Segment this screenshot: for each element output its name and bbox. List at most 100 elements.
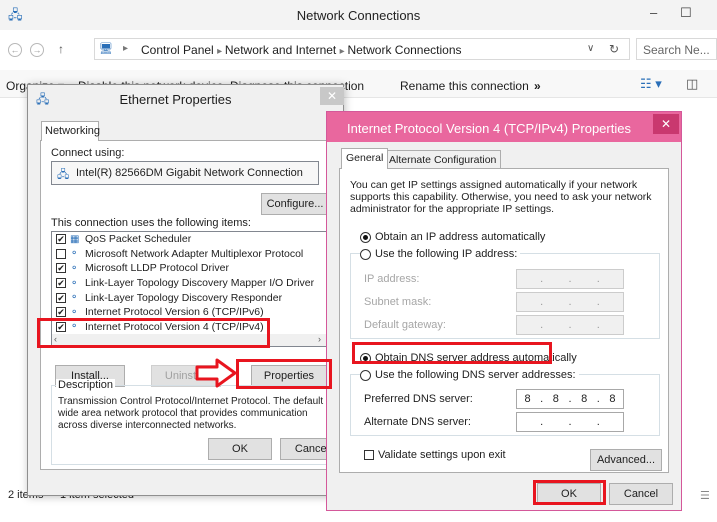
alternate-dns-label: Alternate DNS server: — [364, 416, 471, 428]
obtain-ip-auto-radio[interactable]: Obtain an IP address automatically — [360, 231, 545, 243]
ok-button[interactable]: OK — [208, 438, 272, 460]
view-options-icon[interactable]: ☷ ▾ — [640, 76, 662, 92]
checkbox[interactable]: ✔ — [56, 263, 66, 274]
back-button[interactable]: ← — [8, 43, 22, 57]
description-text: Transmission Control Protocol/Internet P… — [58, 396, 324, 431]
intro-text: You can get IP settings assigned automat… — [350, 179, 652, 215]
radio-label: Obtain an IP address automatically — [375, 231, 546, 243]
checkbox[interactable] — [56, 248, 66, 259]
default-gateway-input[interactable]: ... — [516, 315, 624, 335]
checkbox[interactable]: ✔ — [56, 278, 66, 289]
ethernet-properties-dialog: 🖧 Ethernet Properties ✕ Networking Conne… — [27, 84, 344, 496]
advanced-button[interactable]: Advanced... — [590, 449, 662, 471]
radio-label: Use the following IP address: — [375, 248, 518, 260]
checkbox[interactable]: ✔ — [56, 292, 66, 303]
octet: 8 — [552, 393, 559, 405]
obtain-dns-auto-radio[interactable]: Obtain DNS server address automatically — [360, 352, 577, 364]
list-item[interactable]: ✔ ⚬ Link-Layer Topology Discovery Respon… — [52, 290, 328, 305]
ipv4-dialog-title: Internet Protocol Version 4 (TCP/IPv4) P… — [347, 121, 631, 136]
ok-button[interactable]: OK — [537, 483, 601, 505]
list-item-label: Microsoft Network Adapter Multiplexor Pr… — [85, 247, 304, 260]
adapter-name: Intel(R) 82566DM Gigabit Network Connect… — [76, 167, 303, 179]
protocol-icon: ⚬ — [70, 277, 79, 289]
list-item-label: Internet Protocol Version 4 (TCP/IPv4) — [85, 320, 264, 333]
ip-address-input[interactable]: ... — [516, 269, 624, 289]
radio-empty-icon — [360, 248, 371, 260]
close-button[interactable]: ✕ — [320, 87, 344, 105]
checkbox — [364, 450, 374, 460]
up-button[interactable]: ↑ — [58, 42, 64, 56]
list-item[interactable]: ✔ ⚬ Internet Protocol Version 6 (TCP/IPv… — [52, 305, 328, 320]
ethernet-dialog-title: Ethernet Properties — [119, 92, 232, 107]
description-label: Description — [56, 379, 116, 391]
octet: 8 — [609, 393, 616, 405]
radio-label: Use the following DNS server addresses: — [375, 369, 576, 381]
tab-general[interactable]: General — [341, 148, 389, 169]
radio-selected-icon — [360, 352, 371, 364]
breadcrumb-network-internet[interactable]: Network and Internet — [225, 43, 336, 57]
checkbox[interactable]: ✔ — [56, 307, 66, 318]
breadcrumb-network-connections[interactable]: Network Connections — [347, 43, 461, 57]
more-commands-button[interactable]: » — [534, 79, 541, 93]
search-input[interactable]: Search Ne... — [636, 38, 717, 60]
address-box[interactable]: 🖥 ▸ Control Panel ▸ Network and Internet… — [94, 38, 630, 60]
default-gateway-row: Default gateway: — [364, 319, 446, 331]
alternate-dns-input[interactable]: ... — [516, 412, 624, 432]
scheduler-icon: ▦ — [70, 233, 80, 245]
list-item-ipv4[interactable]: ✔ ⚬ Internet Protocol Version 4 (TCP/IPv… — [52, 320, 328, 335]
control-panel-icon: 🖥 — [99, 43, 113, 55]
cancel-button[interactable]: Cancel — [609, 483, 673, 505]
properties-button[interactable]: Properties — [251, 365, 327, 387]
checkbox[interactable]: ✔ — [56, 234, 66, 245]
connect-using-label: Connect using: — [51, 147, 125, 159]
details-view-icon[interactable]: ☰ — [700, 489, 710, 502]
list-item[interactable]: ⚬ Microsoft Network Adapter Multiplexor … — [52, 247, 328, 262]
tab-networking[interactable]: Networking — [41, 121, 100, 141]
close-button[interactable]: ✕ — [653, 114, 679, 134]
radio-empty-icon — [360, 369, 371, 381]
preferred-dns-input[interactable]: 8. 8. 8. 8 — [516, 389, 624, 409]
list-item-label: Link-Layer Topology Discovery Mapper I/O… — [85, 277, 315, 290]
protocol-icon: ⚬ — [70, 321, 79, 333]
forward-button[interactable]: → — [30, 43, 44, 57]
maximize-button[interactable]: ☐ — [680, 5, 692, 21]
tab-alternate-configuration[interactable]: Alternate Configuration — [384, 150, 502, 170]
chevron-right-icon: ▸ — [123, 43, 129, 54]
ethernet-titlebar: 🖧 Ethernet Properties ✕ — [28, 85, 344, 113]
rename-button[interactable]: Rename this connection — [400, 79, 529, 93]
explorer-title: Network Connections — [296, 8, 421, 23]
list-item-label: QoS Packet Scheduler — [85, 233, 192, 246]
checkbox[interactable]: ✔ — [56, 321, 66, 332]
general-panel: You can get IP settings assigned automat… — [339, 168, 669, 473]
list-item-label: Microsoft LLDP Protocol Driver — [85, 262, 229, 275]
list-item[interactable]: ✔ ▦ QoS Packet Scheduler — [52, 232, 328, 247]
preferred-dns-row: Preferred DNS server: — [364, 393, 473, 405]
chevron-down-icon[interactable]: ∨ — [587, 43, 594, 54]
preview-pane-icon[interactable]: ◫ — [686, 76, 698, 92]
breadcrumb-control-panel[interactable]: Control Panel — [141, 43, 214, 57]
refresh-icon[interactable]: ↻ — [609, 42, 619, 56]
validate-checkbox[interactable]: Validate settings upon exit — [364, 449, 506, 461]
ipv4-properties-dialog: Internet Protocol Version 4 (TCP/IPv4) P… — [326, 111, 682, 511]
list-item[interactable]: ✔ ⚬ Link-Layer Topology Discovery Mapper… — [52, 276, 328, 291]
breadcrumb: Control Panel ▸ Network and Internet ▸ N… — [141, 43, 462, 57]
chevron-left-icon[interactable]: ‹ — [54, 334, 57, 344]
protocol-icon: ⚬ — [70, 306, 79, 318]
adapter-field: 🖧 Intel(R) 82566DM Gigabit Network Conne… — [51, 161, 319, 185]
alternate-dns-row: Alternate DNS server: — [364, 416, 471, 428]
network-adapter-icon: 🖧 — [57, 169, 70, 181]
configure-button[interactable]: Configure... — [261, 193, 329, 215]
subnet-mask-input[interactable]: ... — [516, 292, 624, 312]
protocol-icon: ⚬ — [70, 292, 79, 304]
horizontal-scrollbar[interactable]: ‹ › — [52, 334, 328, 346]
use-following-dns-radio[interactable]: Use the following DNS server addresses: — [360, 369, 579, 381]
ip-address-label: IP address: — [364, 273, 420, 285]
validate-label: Validate settings upon exit — [378, 449, 506, 461]
use-following-ip-radio[interactable]: Use the following IP address: — [360, 248, 521, 260]
chevron-right-icon: ▸ — [217, 46, 225, 57]
items-list: ✔ ▦ QoS Packet Scheduler ⚬ Microsoft Net… — [51, 231, 339, 347]
explorer-titlebar: 🖧 Network Connections – ☐ — [0, 0, 717, 30]
list-item[interactable]: ✔ ⚬ Microsoft LLDP Protocol Driver — [52, 261, 328, 276]
chevron-right-icon[interactable]: › — [318, 334, 321, 344]
minimize-button[interactable]: – — [650, 5, 657, 20]
